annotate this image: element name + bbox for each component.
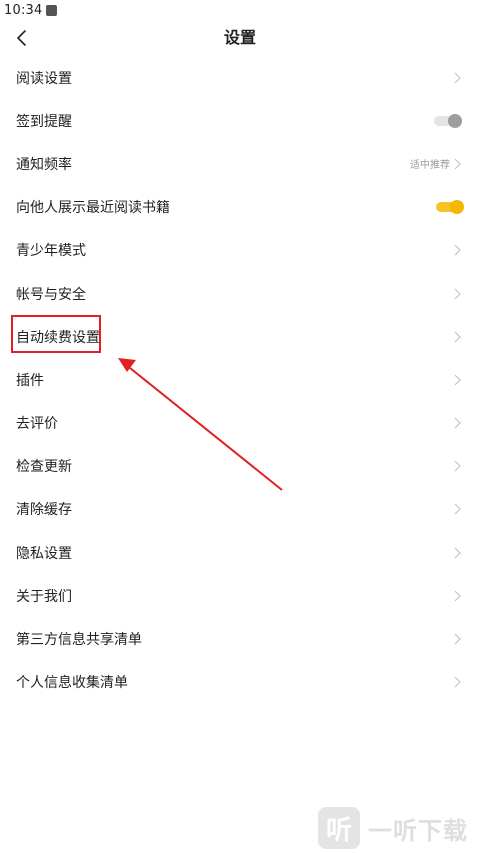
status-time: 10:34 bbox=[4, 2, 43, 18]
row-label: 清除缓存 bbox=[16, 502, 72, 519]
settings-list: 阅读设置 签到提醒 通知频率 适中推荐 向他人展示最近阅读书籍 青少年模式 帐号… bbox=[0, 56, 480, 704]
toggle-knob bbox=[450, 200, 464, 215]
toggle-knob bbox=[448, 113, 462, 128]
chevron-right-icon bbox=[454, 590, 461, 602]
row-label: 阅读设置 bbox=[16, 70, 72, 87]
row-label: 隐私设置 bbox=[16, 545, 72, 562]
row-label: 个人信息收集清单 bbox=[16, 675, 128, 692]
row-label: 插件 bbox=[16, 372, 44, 389]
watermark: 听 一听下载 bbox=[318, 806, 478, 850]
row-label: 帐号与安全 bbox=[16, 286, 86, 303]
row-label: 去评价 bbox=[16, 416, 58, 433]
watermark-text: 一听下载 bbox=[368, 816, 468, 845]
chevron-right-icon bbox=[454, 244, 461, 256]
row-label: 向他人展示最近阅读书籍 bbox=[16, 200, 170, 217]
watermark-logo-icon: 听 bbox=[318, 807, 360, 849]
settings-row-third-party-sharing[interactable]: 第三方信息共享清单 bbox=[0, 617, 480, 660]
chevron-right-icon bbox=[454, 288, 461, 299]
chevron-right-icon bbox=[454, 417, 461, 429]
chevron-right-icon bbox=[454, 633, 461, 645]
settings-row-check-update[interactable]: 检查更新 bbox=[0, 445, 480, 488]
chevron-right-icon bbox=[454, 331, 461, 343]
settings-row-about-us[interactable]: 关于我们 bbox=[0, 574, 480, 617]
settings-row-plugins[interactable]: 插件 bbox=[0, 358, 480, 401]
chevron-right-icon bbox=[454, 676, 461, 688]
settings-screen: 10:34 设置 阅读设置 签到提醒 通知频率 适中推荐 向他人展示最近阅读书籍… bbox=[0, 0, 480, 853]
chevron-right-icon bbox=[454, 72, 461, 84]
settings-row-teen-mode[interactable]: 青少年模式 bbox=[0, 229, 480, 272]
status-bar: 10:34 bbox=[0, 0, 480, 20]
settings-row-notification-frequency[interactable]: 通知频率 适中推荐 bbox=[0, 142, 480, 185]
chevron-right-icon bbox=[454, 547, 461, 559]
row-label: 自动续费设置 bbox=[16, 329, 100, 346]
chevron-right-icon bbox=[454, 504, 461, 515]
row-label: 青少年模式 bbox=[16, 243, 86, 260]
chevron-right-icon bbox=[454, 158, 461, 170]
settings-row-personal-info-collection[interactable]: 个人信息收集清单 bbox=[0, 661, 480, 704]
row-label: 第三方信息共享清单 bbox=[16, 632, 142, 649]
header: 设置 bbox=[0, 20, 480, 56]
chevron-right-icon bbox=[454, 374, 461, 386]
row-label: 签到提醒 bbox=[16, 113, 72, 130]
settings-row-privacy[interactable]: 隐私设置 bbox=[0, 531, 480, 574]
settings-row-reading[interactable]: 阅读设置 bbox=[0, 56, 480, 99]
checkin-reminder-toggle[interactable] bbox=[434, 113, 462, 128]
settings-row-auto-renewal[interactable]: 自动续费设置 bbox=[0, 315, 480, 358]
settings-row-clear-cache[interactable]: 清除缓存 bbox=[0, 488, 480, 531]
row-label: 检查更新 bbox=[16, 459, 72, 476]
page-title: 设置 bbox=[223, 28, 256, 47]
settings-row-checkin-reminder: 签到提醒 bbox=[0, 99, 480, 142]
row-label: 关于我们 bbox=[16, 588, 72, 605]
settings-row-show-recent-books: 向他人展示最近阅读书籍 bbox=[0, 186, 480, 229]
chevron-right-icon bbox=[454, 460, 461, 472]
show-recent-books-toggle[interactable] bbox=[436, 200, 464, 215]
settings-row-rate-app[interactable]: 去评价 bbox=[0, 402, 480, 445]
notification-icon bbox=[46, 4, 58, 16]
notification-frequency-value: 适中推荐 bbox=[410, 160, 450, 172]
settings-row-account-security[interactable]: 帐号与安全 bbox=[0, 272, 480, 315]
row-label: 通知频率 bbox=[16, 156, 72, 173]
